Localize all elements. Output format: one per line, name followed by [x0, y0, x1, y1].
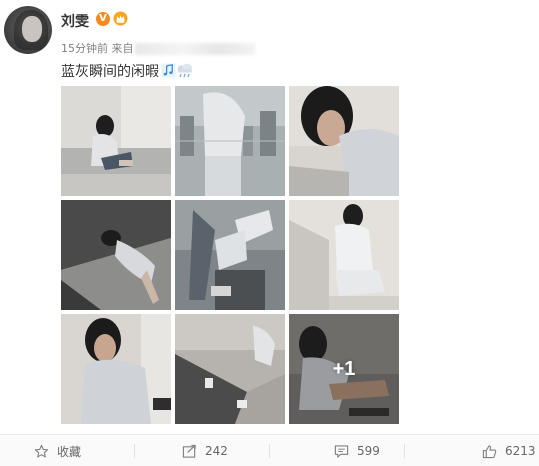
photo-thumb-9[interactable]: +1: [289, 314, 399, 424]
photo-thumb-7[interactable]: [61, 314, 171, 424]
music-note-icon: [161, 63, 176, 78]
avatar[interactable]: [4, 6, 52, 54]
post-text-body: 蓝灰瞬间的闲暇: [61, 64, 159, 80]
favorite-button[interactable]: 收藏: [34, 435, 81, 466]
photo-thumb-6[interactable]: [289, 200, 399, 310]
post-meta: 15分钟前 来自: [61, 40, 255, 56]
photo-thumb-1[interactable]: [61, 86, 171, 196]
repost-count: 242: [205, 444, 228, 458]
action-bar: 收藏 242 599 6213: [0, 434, 539, 466]
divider: [134, 444, 135, 458]
post-text: 蓝灰瞬间的闲暇: [61, 61, 194, 81]
divider: [404, 444, 405, 458]
like-icon: [482, 444, 497, 458]
repost-icon: [182, 444, 196, 458]
photo-grid: +1: [61, 86, 399, 424]
more-photos-count: +1: [332, 357, 356, 380]
photo-thumb-8[interactable]: [175, 314, 285, 424]
photo-thumb-4[interactable]: [61, 200, 171, 310]
photo-thumb-5[interactable]: [175, 200, 285, 310]
comment-button[interactable]: 599: [334, 435, 380, 466]
cloud-rain-icon: [177, 63, 192, 78]
blurred-source: [134, 43, 255, 55]
weibo-post: 刘雯 V 15分钟前 来自 蓝灰瞬间的闲暇 +1 收藏 242 599 6213: [0, 0, 539, 466]
comment-icon: [334, 444, 349, 458]
comment-count: 599: [357, 444, 380, 458]
repost-button[interactable]: 242: [182, 435, 228, 466]
photo-thumb-2[interactable]: [175, 86, 285, 196]
star-icon: [34, 444, 49, 457]
divider: [269, 444, 270, 458]
like-count: 6213: [505, 444, 536, 458]
user-name[interactable]: 刘雯: [61, 11, 89, 31]
favorite-label: 收藏: [57, 444, 82, 459]
crown-icon: [113, 11, 128, 26]
post-time[interactable]: 15分钟前 来自: [61, 42, 134, 55]
verified-badge: V: [96, 12, 110, 26]
like-button[interactable]: 6213: [482, 435, 536, 466]
photo-thumb-3[interactable]: [289, 86, 399, 196]
